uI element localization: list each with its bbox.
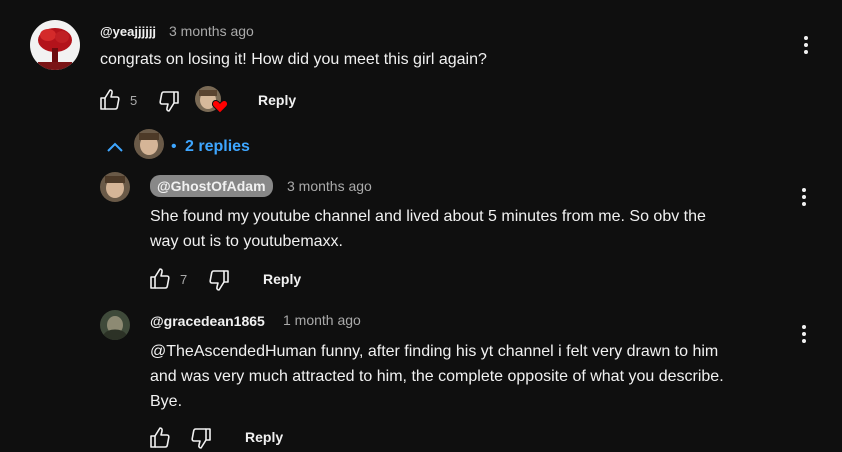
- thumbs-up-icon[interactable]: [98, 88, 122, 112]
- replies-bullet: •: [171, 138, 177, 155]
- comment-timestamp[interactable]: 3 months ago: [169, 23, 254, 39]
- like-count: 5: [130, 93, 138, 108]
- like-count: 7: [180, 272, 188, 287]
- reply-text-line: Bye.: [150, 393, 183, 410]
- reply-text-line: @TheAscendedHuman funny, after finding h…: [150, 343, 719, 360]
- thumbs-down-icon[interactable]: [157, 89, 181, 113]
- thumbs-down-icon[interactable]: [189, 426, 213, 450]
- comment-author-handle[interactable]: @yeajjjjjj: [100, 24, 156, 39]
- reply-text-line: way out is to youtubemaxx.: [150, 233, 343, 250]
- reply-text-line: and was very much attracted to him, the …: [150, 368, 724, 385]
- more-vert-icon[interactable]: [794, 323, 814, 345]
- reply-button[interactable]: Reply: [245, 429, 283, 445]
- reply-timestamp[interactable]: 3 months ago: [287, 178, 372, 194]
- reply-author-handle[interactable]: @gracedean1865: [150, 313, 265, 329]
- creator-heart-badge[interactable]: [195, 86, 229, 116]
- replier-avatar-preview: [134, 129, 164, 159]
- reply-timestamp[interactable]: 1 month ago: [283, 312, 361, 328]
- reply-button[interactable]: Reply: [258, 92, 296, 108]
- replies-toggle-button[interactable]: 2 replies: [185, 138, 250, 156]
- commenter-avatar[interactable]: [30, 20, 80, 70]
- more-vert-icon[interactable]: [796, 34, 816, 56]
- reply-button[interactable]: Reply: [263, 271, 301, 287]
- reply-author-chip[interactable]: @GhostOfAdam: [150, 175, 273, 197]
- comment-text: congrats on losing it! How did you meet …: [100, 51, 487, 68]
- thumbs-down-icon[interactable]: [207, 268, 231, 292]
- thumbs-up-icon[interactable]: [148, 267, 172, 291]
- reply-avatar[interactable]: [100, 310, 130, 340]
- chevron-up-icon[interactable]: [105, 139, 125, 155]
- reply-avatar[interactable]: [100, 172, 130, 202]
- more-vert-icon[interactable]: [794, 186, 814, 208]
- thumbs-up-icon[interactable]: [148, 426, 172, 450]
- creator-heart-icon: [212, 99, 228, 114]
- reply-text-line: She found my youtube channel and lived a…: [150, 208, 706, 225]
